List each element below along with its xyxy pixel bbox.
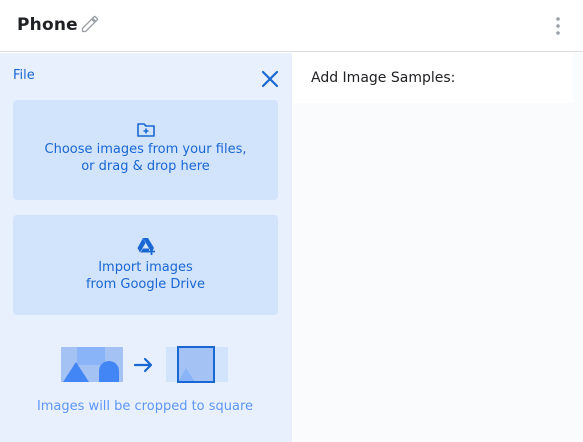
arrow-right-icon (133, 357, 153, 373)
upload-panel: File Choose images from your files, or d… (0, 53, 292, 442)
folder-add-icon (137, 123, 155, 137)
google-drive-icon (137, 238, 155, 255)
cropped-image-icon (166, 346, 228, 383)
original-image-icon (61, 347, 123, 382)
import-drive-text: Import images from Google Drive (13, 259, 278, 293)
choose-files-line2: or drag & drop here (81, 159, 210, 174)
app-header: Phone (0, 0, 583, 52)
pencil-icon[interactable] (80, 14, 100, 34)
more-vert-icon[interactable] (548, 15, 568, 37)
samples-panel: Add Image Samples: (293, 53, 583, 442)
class-title[interactable]: Phone (17, 15, 78, 35)
samples-header: Add Image Samples: (293, 53, 573, 103)
samples-title: Add Image Samples: (311, 70, 456, 86)
choose-files-button[interactable]: Choose images from your files, or drag &… (13, 100, 278, 200)
choose-files-text: Choose images from your files, or drag &… (13, 141, 278, 175)
import-drive-button[interactable]: Import images from Google Drive (13, 215, 278, 315)
crop-illustration (61, 346, 228, 383)
panel-label: File (13, 68, 35, 83)
import-drive-line1: Import images (98, 260, 193, 275)
choose-files-line1: Choose images from your files, (44, 142, 247, 157)
import-drive-line2: from Google Drive (85, 277, 206, 292)
close-icon[interactable] (260, 69, 280, 89)
crop-note: Images will be cropped to square (36, 399, 254, 414)
